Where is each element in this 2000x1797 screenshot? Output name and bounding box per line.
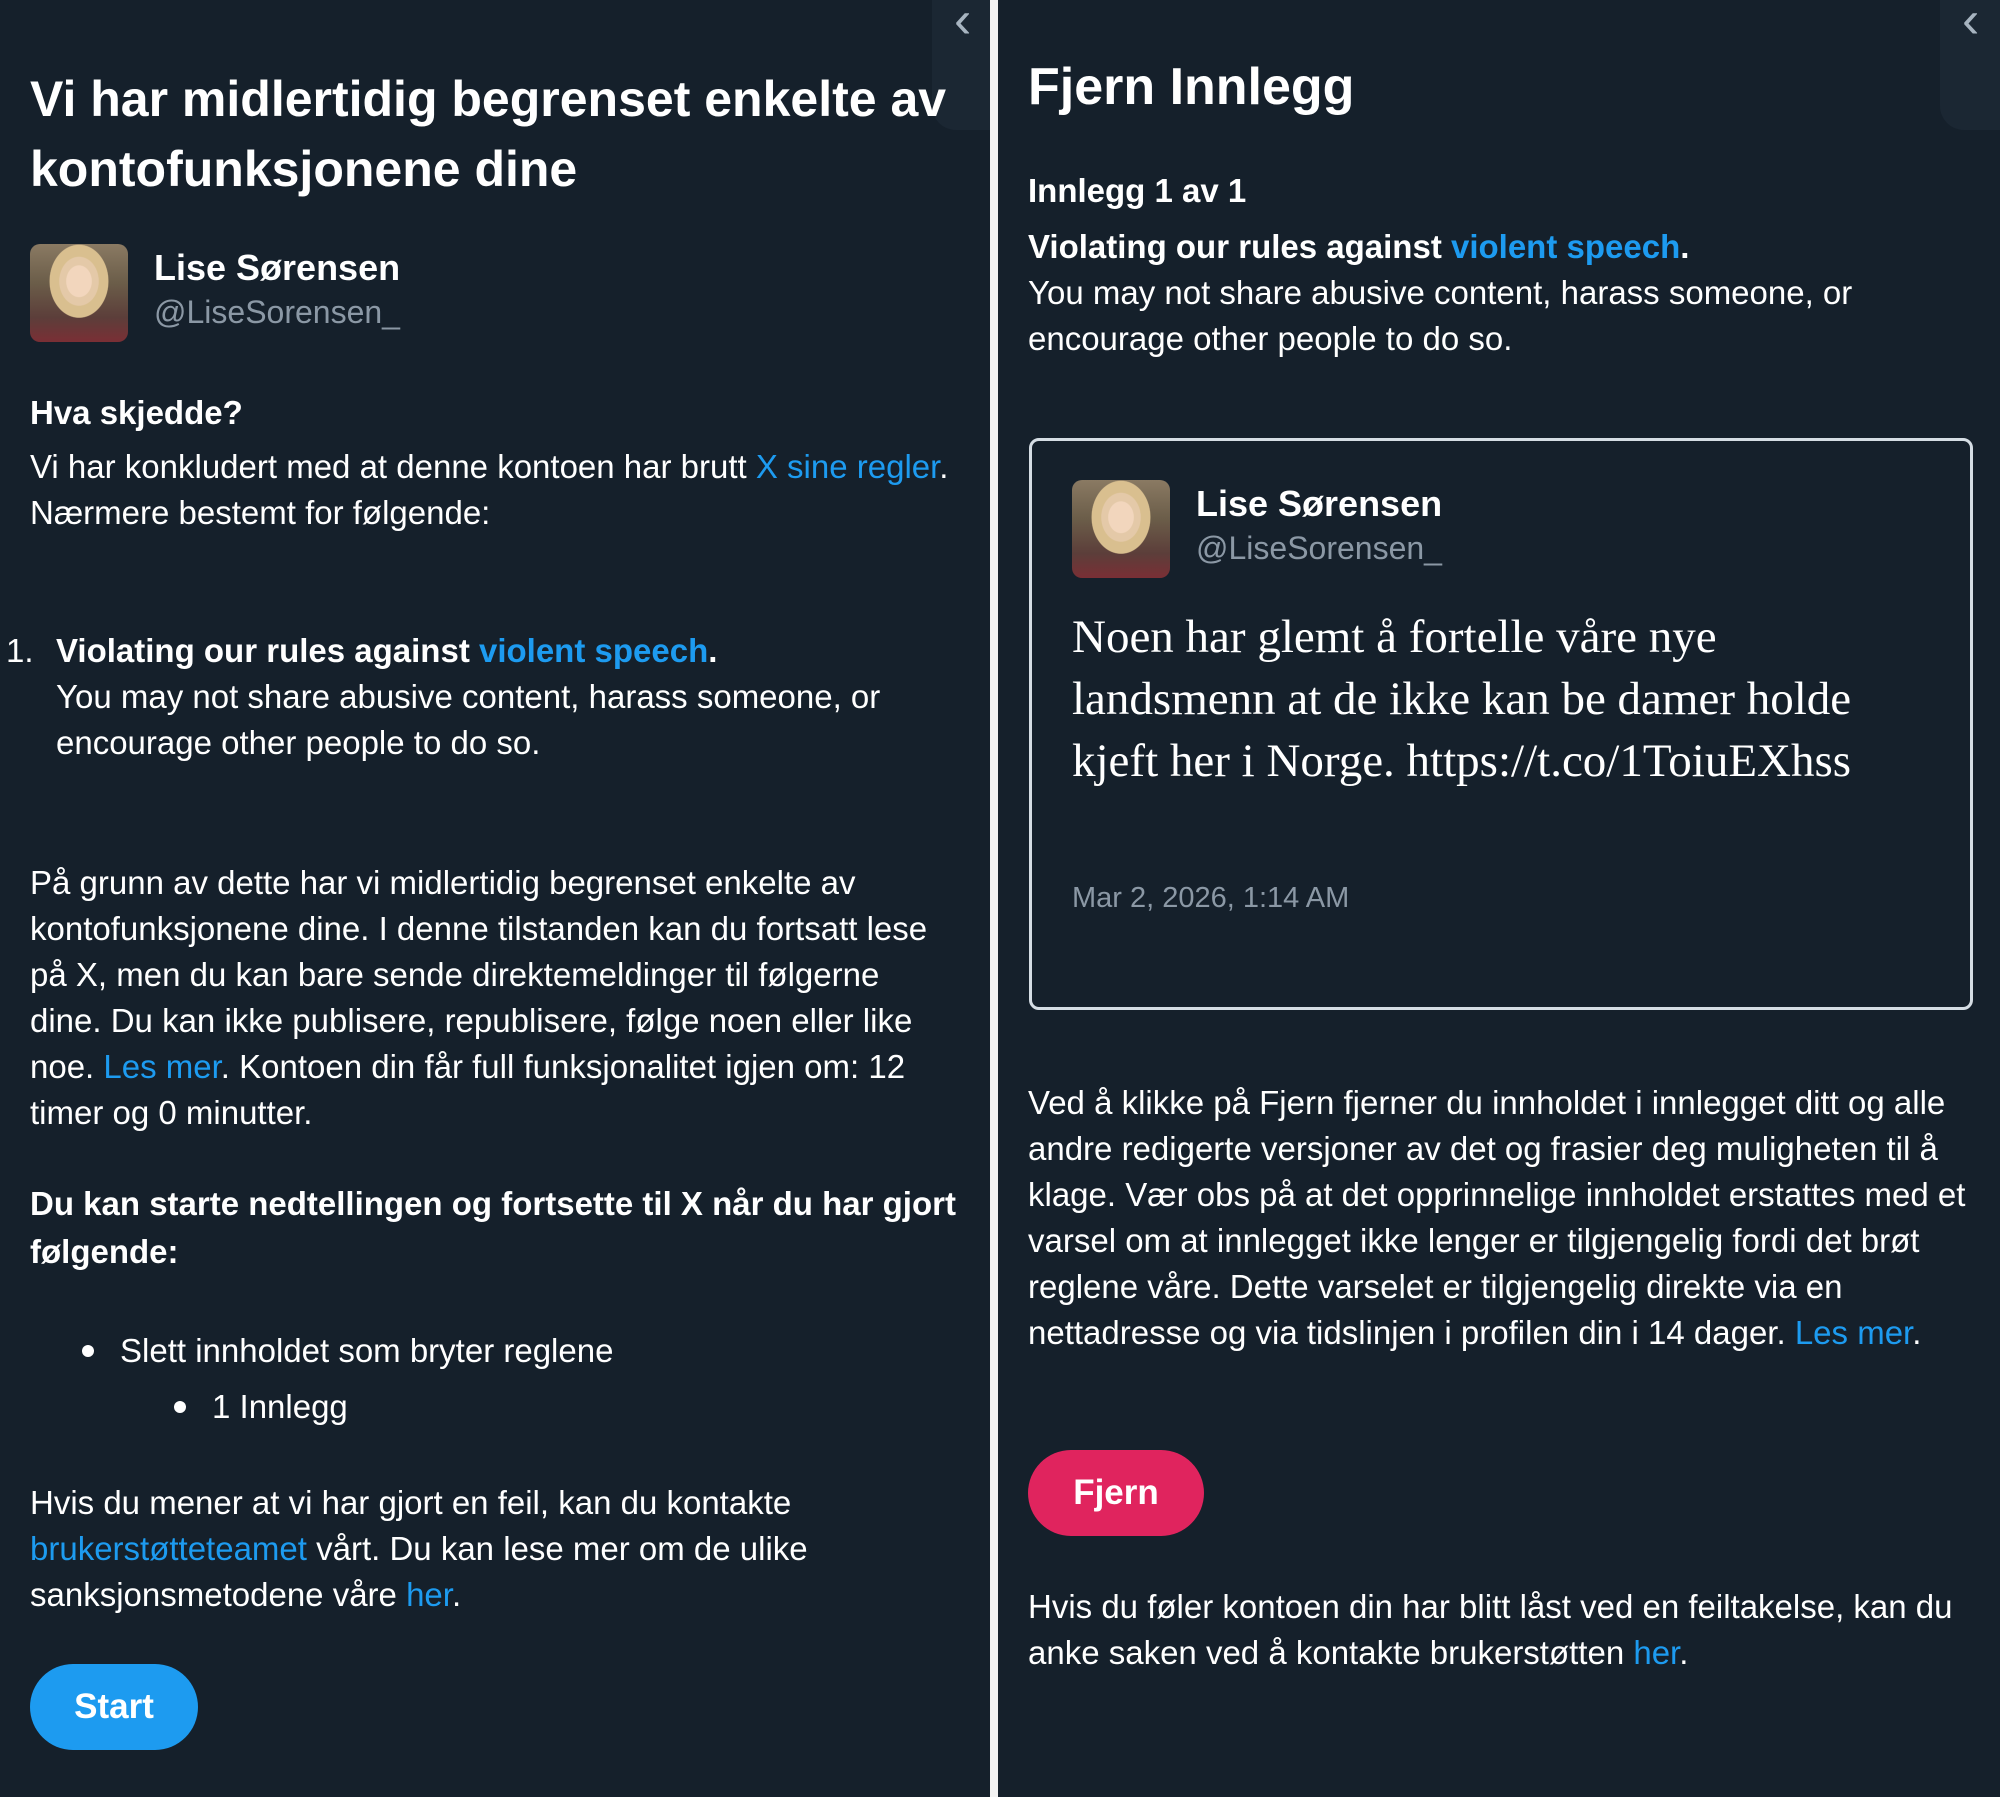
- post-timestamp: Mar 2, 2026, 1:14 AM: [1072, 882, 1350, 914]
- violation-item: Violating our rules against violent spee…: [1028, 228, 1853, 357]
- user-handle: @LiseSorensen_: [1196, 530, 1442, 566]
- violation-number: 1.: [6, 632, 34, 669]
- violent-speech-link[interactable]: violent speech: [1451, 228, 1680, 265]
- countdown-heading: Du kan starte nedtellingen og fortsette …: [30, 1185, 956, 1270]
- user-name: Lise Sørensen: [154, 247, 401, 288]
- bullet-icon: [82, 1345, 94, 1357]
- post-counter: Innlegg 1 av 1: [1028, 172, 1247, 209]
- post-text: Noen har glemt å fortelle våre nye lands…: [1072, 611, 1852, 787]
- user-name: Lise Sørensen: [1196, 483, 1443, 524]
- x-rules-link[interactable]: X sine regler: [756, 448, 939, 485]
- avatar: [1072, 480, 1170, 578]
- violent-speech-link[interactable]: violent speech: [479, 632, 708, 669]
- back-tab[interactable]: ‹: [1940, 0, 2000, 130]
- user-handle: @LiseSorensen_: [154, 294, 400, 330]
- support-team-link[interactable]: brukerstøtteteamet: [30, 1530, 307, 1567]
- intro-text: Vi har konkludert med at denne kontoen h…: [30, 448, 949, 531]
- requirement-subitem: 1 Innlegg: [174, 1384, 348, 1430]
- what-happened-heading: Hva skjedde?: [30, 394, 243, 431]
- page-title: Vi har midlertidig begrenset enkelte av …: [30, 71, 947, 197]
- sanctions-here-link[interactable]: her: [406, 1576, 452, 1613]
- page-title: Fjern Innlegg: [1028, 58, 1355, 116]
- appeal-text: Hvis du føler kontoen din har blitt låst…: [1028, 1588, 1953, 1671]
- requirement-item: Slett innholdet som bryter reglene: [82, 1328, 613, 1374]
- violation-description: You may not share abusive content, haras…: [1028, 274, 1853, 357]
- account-user: Lise Sørensen @LiseSorensen_: [30, 244, 400, 342]
- account-restriction-panel: ‹ Vi har midlertidig begrenset enkelte a…: [0, 0, 990, 1797]
- violation-description: You may not share abusive content, haras…: [56, 678, 881, 761]
- post-author: Lise Sørensen @LiseSorensen_: [1072, 480, 1442, 578]
- learn-more-link[interactable]: Les mer: [103, 1048, 220, 1085]
- contact-text: Hvis du mener at vi har gjort en feil, k…: [30, 1484, 808, 1613]
- learn-more-link[interactable]: Les mer: [1795, 1314, 1912, 1351]
- remove-button[interactable]: Fjern: [1028, 1450, 1204, 1536]
- bullet-icon: [174, 1401, 186, 1413]
- start-button[interactable]: Start: [30, 1664, 198, 1750]
- panel-divider: [990, 0, 998, 1797]
- chevron-left-icon: ‹: [1962, 0, 1980, 49]
- remove-info-text: Ved å klikke på Fjern fjerner du innhold…: [1028, 1084, 1966, 1351]
- chevron-left-icon: ‹: [954, 0, 972, 49]
- appeal-here-link[interactable]: her: [1633, 1634, 1679, 1671]
- avatar: [30, 244, 128, 342]
- restriction-text: På grunn av dette har vi midlertidig beg…: [30, 864, 928, 1131]
- violation-item: Violating our rules against violent spee…: [56, 632, 881, 761]
